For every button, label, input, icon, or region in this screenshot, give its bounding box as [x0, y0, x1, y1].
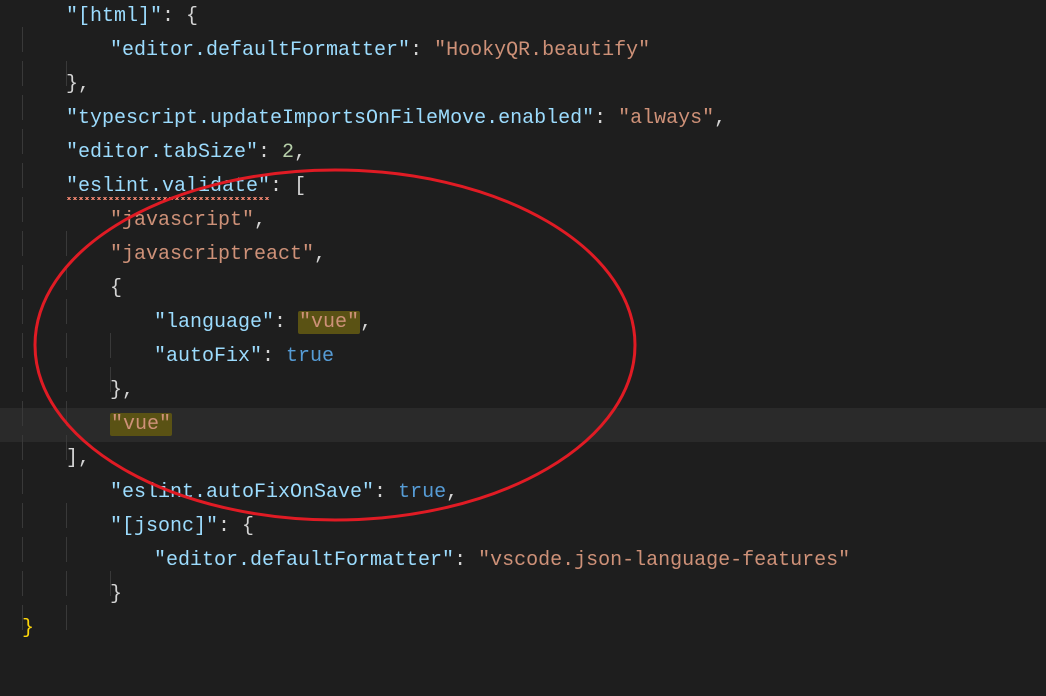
token: :	[162, 5, 186, 28]
code-line[interactable]: "autoFix": true	[22, 340, 850, 374]
token: "typescript.updateImportsOnFileMove.enab…	[66, 107, 594, 130]
token: ,	[446, 481, 458, 504]
token: :	[274, 311, 298, 334]
token: "autoFix"	[154, 345, 262, 368]
code-line[interactable]: "[jsonc]": {	[22, 510, 850, 544]
token: :	[374, 481, 398, 504]
token: "HookyQR.beautify"	[434, 39, 650, 62]
token: "editor.defaultFormatter"	[154, 549, 454, 572]
code-line[interactable]: "eslint.autoFixOnSave": true,	[22, 476, 850, 510]
token: :	[270, 175, 294, 198]
code-line[interactable]: }	[22, 612, 850, 646]
token: "vue"	[110, 413, 172, 436]
token: :	[258, 141, 282, 164]
token: "editor.defaultFormatter"	[110, 39, 410, 62]
token: "editor.tabSize"	[66, 141, 258, 164]
token: ]	[66, 447, 78, 470]
token: "vscode.json-language-features"	[478, 549, 850, 572]
token: ,	[714, 107, 726, 130]
token: "eslint.validate"	[66, 175, 270, 200]
code-line[interactable]: "javascriptreact",	[22, 238, 850, 272]
code-line[interactable]: "language": "vue",	[22, 306, 850, 340]
token: {	[242, 515, 254, 538]
code-line[interactable]: "javascript",	[22, 204, 850, 238]
code-line[interactable]: "vue"	[22, 408, 850, 442]
token: {	[110, 277, 122, 300]
code-editor[interactable]: "[html]": {"editor.defaultFormatter": "H…	[0, 0, 1046, 696]
token: :	[594, 107, 618, 130]
token: ,	[360, 311, 372, 334]
token: {	[186, 5, 198, 28]
code-line[interactable]: },	[22, 68, 850, 102]
code-content[interactable]: "[html]": {"editor.defaultFormatter": "H…	[22, 0, 850, 646]
token: ,	[78, 73, 90, 96]
code-line[interactable]: },	[22, 374, 850, 408]
token: [	[294, 175, 306, 198]
token: ,	[314, 243, 326, 266]
code-line[interactable]: ],	[22, 442, 850, 476]
token: "always"	[618, 107, 714, 130]
token: :	[454, 549, 478, 572]
token: "vue"	[298, 311, 360, 334]
code-line[interactable]: "[html]": {	[22, 0, 850, 34]
code-line[interactable]: }	[22, 578, 850, 612]
token: "language"	[154, 311, 274, 334]
token: :	[218, 515, 242, 538]
token: :	[262, 345, 286, 368]
token: ,	[294, 141, 306, 164]
code-line[interactable]: "typescript.updateImportsOnFileMove.enab…	[22, 102, 850, 136]
token: ,	[122, 379, 134, 402]
token: 2	[282, 141, 294, 164]
token: ,	[78, 447, 90, 470]
token: }	[110, 583, 122, 606]
token: "[html]"	[66, 5, 162, 28]
token: ,	[254, 209, 266, 232]
code-line[interactable]: "editor.defaultFormatter": "HookyQR.beau…	[22, 34, 850, 68]
token: "javascript"	[110, 209, 254, 232]
token: }	[110, 379, 122, 402]
code-line[interactable]: "editor.defaultFormatter": "vscode.json-…	[22, 544, 850, 578]
token: "eslint.autoFixOnSave"	[110, 481, 374, 504]
token: true	[286, 345, 334, 368]
token: }	[22, 617, 34, 640]
token: }	[66, 73, 78, 96]
code-line[interactable]: {	[22, 272, 850, 306]
code-line[interactable]: "eslint.validate": [	[22, 170, 850, 204]
code-line[interactable]: "editor.tabSize": 2,	[22, 136, 850, 170]
token: true	[398, 481, 446, 504]
token: "javascriptreact"	[110, 243, 314, 266]
token: :	[410, 39, 434, 62]
token: "[jsonc]"	[110, 515, 218, 538]
